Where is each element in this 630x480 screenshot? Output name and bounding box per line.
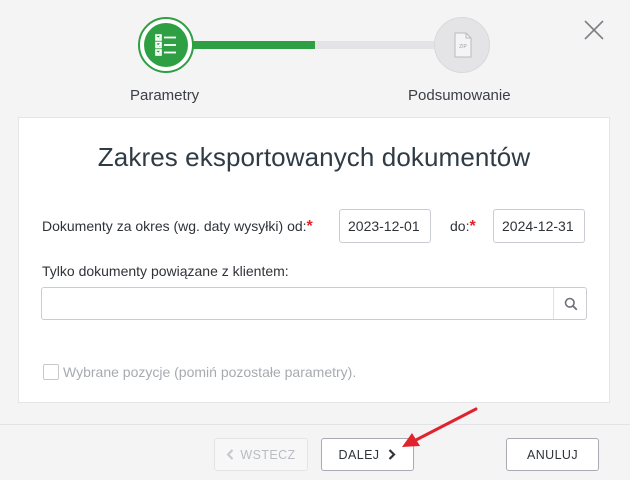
chevron-left-icon — [226, 449, 234, 460]
step-progress-track — [190, 41, 440, 49]
date-from-input[interactable]: 2023-12-01 — [339, 209, 431, 243]
back-button[interactable]: WSTECZ — [214, 438, 308, 471]
zip-file-icon: ZIP — [453, 32, 473, 63]
step-parametry[interactable] — [138, 17, 194, 73]
date-range-label: Dokumenty za okres (wg. daty wysyłki) od… — [42, 218, 313, 236]
step-progress-fill — [190, 41, 315, 49]
svg-text:ZIP: ZIP — [459, 44, 467, 50]
next-button[interactable]: DALEJ — [321, 438, 414, 471]
checklist-icon — [144, 23, 188, 67]
stepper: ZIP Parametry Podsumowanie — [0, 0, 630, 115]
chevron-right-icon — [388, 449, 397, 460]
export-dialog: ZIP Parametry Podsumowanie Zakres ekspor… — [0, 0, 630, 480]
step-podsumowanie[interactable]: ZIP — [434, 17, 490, 73]
export-params-card: Zakres eksportowanych dokumentów Dokumen… — [18, 117, 610, 403]
search-icon — [564, 297, 578, 316]
date-to-label-text: do: — [450, 218, 470, 234]
client-search-field — [41, 287, 587, 320]
step-label-podsumowanie: Podsumowanie — [408, 87, 511, 104]
close-icon — [580, 20, 608, 48]
client-search-button[interactable] — [553, 288, 586, 319]
close-button[interactable] — [580, 16, 608, 44]
client-search-input[interactable] — [42, 288, 553, 319]
required-mark: * — [306, 218, 313, 235]
footer-divider — [0, 424, 630, 425]
next-button-label: DALEJ — [338, 447, 380, 462]
client-filter-label: Tylko dokumenty powiązane z klientem: — [42, 263, 289, 279]
date-to-label: do:* — [450, 218, 476, 236]
required-mark: * — [469, 218, 476, 235]
back-button-label: WSTECZ — [240, 447, 296, 462]
date-range-label-text: Dokumenty za okres (wg. daty wysyłki) od… — [42, 218, 307, 234]
selected-only-checkbox[interactable] — [43, 364, 59, 380]
form-title: Zakres eksportowanych dokumentów — [97, 142, 531, 172]
selected-only-label: Wybrane pozycje (pomiń pozostałe paramet… — [63, 364, 357, 380]
date-to-input[interactable]: 2024-12-31 — [493, 209, 585, 243]
cancel-button[interactable]: ANULUJ — [506, 438, 599, 471]
step-label-parametry: Parametry — [130, 87, 200, 104]
